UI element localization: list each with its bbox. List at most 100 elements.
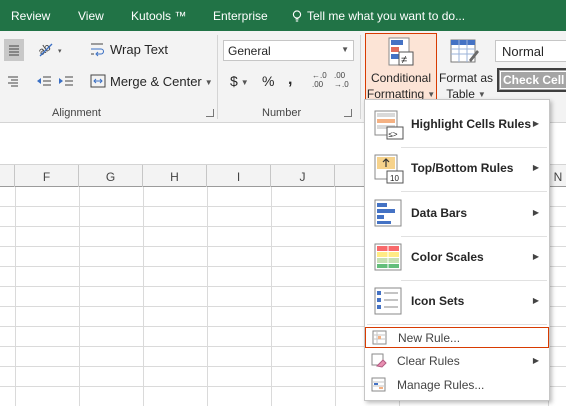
eraser-icon — [371, 353, 387, 368]
menu-item-icon-sets[interactable]: Icon Sets ▶ — [365, 283, 549, 321]
increase-decimal-top: ←.0 — [312, 71, 327, 80]
orientation-icon[interactable]: ab ▾ — [36, 40, 66, 58]
conditional-formatting-label-line1: Conditional — [370, 71, 432, 85]
svg-text:≤>: ≤> — [389, 130, 398, 139]
tell-me-text: Tell me what you want to do... — [307, 9, 466, 23]
column-header-j[interactable]: J — [271, 165, 335, 187]
wrap-text-label: Wrap Text — [110, 42, 169, 57]
alignment-dialog-launcher[interactable] — [206, 109, 214, 117]
menu-item-clear-rules[interactable]: Clear Rules ▶ — [365, 351, 549, 372]
menu-separator — [401, 147, 547, 148]
align-left-button[interactable] — [4, 39, 24, 61]
grid-line — [79, 187, 80, 406]
ribbon-tab-bar: Review View Kutools ™ Enterprise Tell me… — [0, 0, 566, 31]
menu-item-data-bars[interactable]: Data Bars ▶ — [365, 195, 549, 233]
wrap-text-icon — [91, 43, 104, 57]
group-divider — [217, 35, 218, 119]
top-bottom-rules-icon: 10 — [374, 154, 404, 184]
submenu-arrow-icon: ▶ — [532, 119, 539, 128]
menu-item-top-bottom-rules[interactable]: 10 Top/Bottom Rules ▶ — [365, 150, 549, 188]
menu-label-top-bottom-rules: Top/Bottom Rules — [411, 161, 514, 175]
tab-review[interactable]: Review — [11, 9, 50, 23]
submenu-arrow-icon: ▶ — [532, 163, 539, 172]
column-header-f[interactable]: F — [15, 165, 79, 187]
format-as-table-icon — [450, 39, 479, 63]
merge-center-button[interactable]: Merge & Center ▼ — [90, 73, 213, 89]
svg-text:≠: ≠ — [401, 54, 407, 66]
grid-line — [271, 187, 272, 406]
submenu-arrow-icon: ▶ — [532, 296, 539, 305]
decrease-indent-icon[interactable] — [36, 74, 52, 88]
manage-rules-icon — [371, 377, 386, 392]
svg-text:10: 10 — [390, 174, 399, 183]
number-dialog-launcher[interactable] — [344, 109, 352, 117]
menu-separator — [401, 280, 547, 281]
lightbulb-icon — [292, 10, 302, 22]
merge-center-label: Merge & Center — [110, 74, 202, 89]
menu-label-icon-sets: Icon Sets — [411, 294, 465, 308]
svg-text:ab: ab — [36, 41, 53, 58]
increase-decimal-button[interactable]: ←.0 .00 — [312, 71, 327, 89]
tab-view[interactable]: View — [78, 9, 104, 23]
tell-me-search[interactable]: Tell me what you want to do... — [292, 9, 465, 23]
highlight-cells-rules-icon: ≤> — [374, 110, 404, 140]
conditional-formatting-button[interactable]: ≠ Conditional Formatting ▼ — [365, 33, 437, 103]
grid-line — [143, 187, 144, 406]
data-bars-icon — [374, 199, 402, 227]
color-scales-icon — [374, 243, 402, 271]
tab-kutools[interactable]: Kutools ™ — [131, 9, 186, 23]
menu-label-manage-rules: Manage Rules... — [397, 378, 485, 392]
percent-button[interactable]: % — [262, 73, 274, 89]
menu-item-manage-rules[interactable]: Manage Rules... — [365, 375, 549, 396]
alignment-group-label: Alignment — [52, 107, 101, 119]
column-header-n[interactable]: N — [548, 165, 566, 187]
align-right-icon[interactable] — [6, 74, 20, 88]
number-format-value: General — [228, 44, 271, 58]
wrap-text-button[interactable]: Wrap Text — [90, 41, 168, 57]
cell-style-check-cell[interactable]: Check Cell — [497, 68, 566, 92]
increase-indent-icon[interactable] — [58, 74, 74, 88]
tab-enterprise[interactable]: Enterprise — [213, 9, 268, 23]
column-header-g[interactable]: G — [79, 165, 143, 187]
currency-button[interactable]: $ ▼ — [230, 73, 249, 89]
menu-separator — [367, 324, 547, 325]
merge-center-dropdown-arrow[interactable]: ▼ — [205, 78, 213, 87]
new-rule-icon — [372, 330, 387, 345]
currency-symbol: $ — [230, 73, 238, 89]
submenu-arrow-icon: ▶ — [532, 208, 539, 217]
comma-style-button[interactable]: , — [288, 71, 292, 89]
cell-style-normal[interactable]: Normal — [495, 40, 566, 62]
currency-dropdown-arrow[interactable]: ▼ — [241, 78, 249, 87]
menu-label-highlight-cells-rules: Highlight Cells Rules — [411, 117, 532, 131]
menu-label-data-bars: Data Bars — [411, 206, 468, 220]
decrease-decimal-button[interactable]: .00 →.0 — [334, 71, 349, 89]
number-group-label: Number — [262, 107, 302, 119]
column-header-partial[interactable] — [0, 165, 15, 187]
conditional-formatting-icon: ≠ — [388, 37, 414, 66]
submenu-arrow-icon: ▶ — [532, 252, 539, 261]
svg-text:▾: ▾ — [58, 48, 62, 55]
icon-sets-icon — [374, 287, 402, 315]
menu-item-highlight-cells-rules[interactable]: ≤> Highlight Cells Rules ▶ — [365, 106, 549, 144]
menu-item-new-rule[interactable]: New Rule... — [365, 327, 549, 348]
merge-center-icon — [90, 74, 106, 88]
format-as-table-label-line1: Format as — [438, 71, 493, 85]
menu-item-color-scales[interactable]: Color Scales ▶ — [365, 239, 549, 277]
grid-line — [335, 187, 336, 406]
menu-separator — [401, 236, 547, 237]
submenu-arrow-icon: ▶ — [532, 356, 539, 365]
number-format-select[interactable]: General ▼ — [223, 40, 354, 61]
conditional-formatting-menu: ≤> Highlight Cells Rules ▶ 10 Top/Bottom… — [364, 99, 550, 401]
grid-line — [207, 187, 208, 406]
column-header-i[interactable]: I — [207, 165, 271, 187]
align-left-icon — [9, 45, 19, 56]
menu-label-new-rule: New Rule... — [398, 331, 461, 345]
increase-decimal-bottom: .00 — [312, 80, 324, 89]
column-header-h[interactable]: H — [143, 165, 207, 187]
group-divider — [360, 35, 361, 119]
menu-separator — [401, 191, 547, 192]
format-as-table-button[interactable]: Format as Table ▼ — [436, 33, 494, 105]
grid-line — [15, 187, 16, 406]
menu-label-color-scales: Color Scales — [411, 250, 484, 264]
chevron-down-icon: ▼ — [341, 45, 349, 54]
